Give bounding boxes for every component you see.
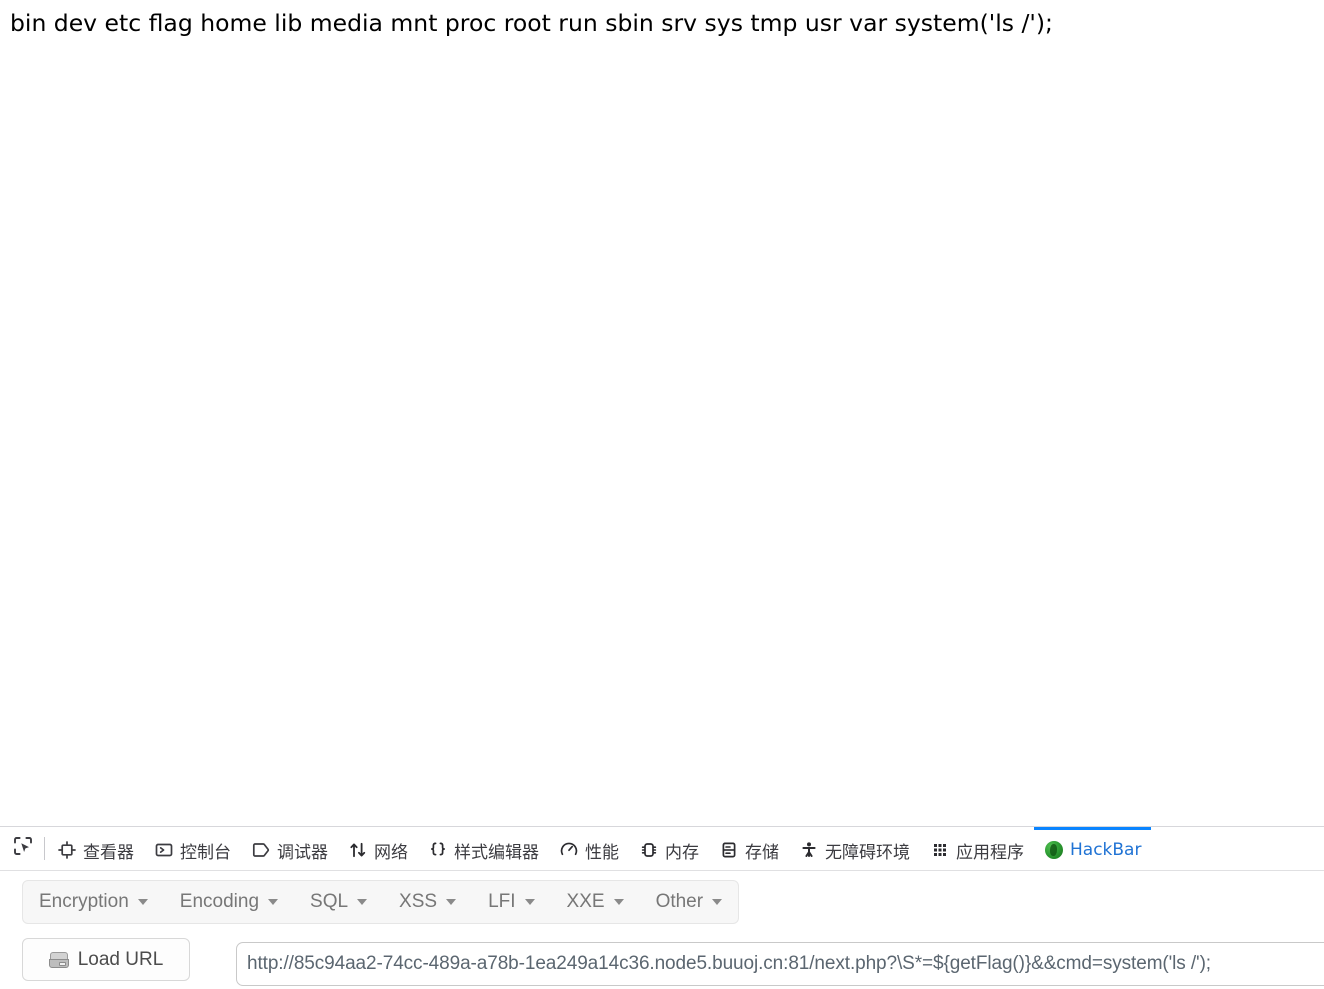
url-input[interactable]: http://85c94aa2-74cc-489a-a78b-1ea249a14…	[236, 942, 1324, 986]
tab-style-editor[interactable]: 样式编辑器	[418, 827, 549, 870]
chevron-down-icon	[137, 899, 148, 905]
drive-icon	[48, 951, 69, 968]
tab-debugger[interactable]: 调试器	[241, 827, 338, 870]
tab-accessibility-label: 无障碍环境	[825, 842, 910, 863]
menu-other[interactable]: Other	[640, 881, 739, 923]
tab-inspector-label: 查看器	[83, 842, 134, 863]
tab-memory-label: 内存	[665, 842, 699, 863]
menu-encoding[interactable]: Encoding	[164, 881, 294, 923]
load-url-button[interactable]: Load URL	[22, 938, 190, 981]
network-icon	[348, 840, 368, 860]
style-editor-icon	[428, 840, 448, 860]
load-url-button-label: Load URL	[77, 948, 164, 970]
performance-icon	[559, 840, 579, 860]
hackbar-url-row: Load URL http://85c94aa2-74cc-489a-a78b-…	[0, 932, 1324, 989]
chevron-down-icon	[712, 899, 723, 905]
tab-hackbar[interactable]: HackBar	[1034, 827, 1152, 870]
toolbar-separator	[44, 837, 45, 860]
chevron-down-icon	[524, 899, 535, 905]
tab-memory[interactable]: 内存	[629, 827, 709, 870]
menu-encoding-label: Encoding	[179, 891, 260, 912]
tab-style-editor-label: 样式编辑器	[454, 842, 539, 863]
menu-xxe-label: XXE	[566, 891, 605, 912]
menu-xxe[interactable]: XXE	[551, 881, 640, 923]
chevron-down-icon	[446, 899, 457, 905]
url-input-value: http://85c94aa2-74cc-489a-a78b-1ea249a14…	[247, 953, 1211, 974]
devtools-panel: 查看器 控制台 调试器 网络 样式编辑器 性能 内存 存储 无障碍环境 应用程序…	[0, 826, 1324, 989]
devtools-toolbar: 查看器 控制台 调试器 网络 样式编辑器 性能 内存 存储 无障碍环境 应用程序…	[0, 827, 1324, 871]
hackbar-logo-icon	[1044, 840, 1064, 860]
menu-lfi[interactable]: LFI	[472, 881, 550, 923]
tab-network-label: 网络	[374, 842, 408, 863]
tab-console[interactable]: 控制台	[144, 827, 241, 870]
page-content-area: bin dev etc flag home lib media mnt proc…	[0, 0, 1324, 826]
menu-encryption[interactable]: Encryption	[23, 881, 164, 923]
chevron-down-icon	[268, 899, 279, 905]
tab-accessibility[interactable]: 无障碍环境	[789, 827, 920, 870]
storage-icon	[719, 840, 739, 860]
tab-debugger-label: 调试器	[277, 842, 328, 863]
tab-console-label: 控制台	[180, 842, 231, 863]
tab-performance-label: 性能	[585, 842, 619, 863]
element-picker-icon	[12, 835, 34, 862]
browser-window: bin dev etc flag home lib media mnt proc…	[0, 0, 1324, 989]
tab-storage-label: 存储	[745, 842, 779, 863]
tab-application-label: 应用程序	[956, 842, 1024, 863]
page-body-text: bin dev etc flag home lib media mnt proc…	[10, 9, 1053, 37]
tab-network[interactable]: 网络	[338, 827, 418, 870]
tab-hackbar-label: HackBar	[1070, 840, 1142, 860]
menu-sql[interactable]: SQL	[294, 881, 383, 923]
menu-sql-label: SQL	[310, 891, 349, 912]
menu-xss[interactable]: XSS	[383, 881, 472, 923]
accessibility-icon	[799, 840, 819, 860]
application-icon	[930, 840, 950, 860]
menu-other-label: Other	[655, 891, 704, 912]
memory-icon	[639, 840, 659, 860]
inspector-icon	[57, 840, 77, 860]
chevron-down-icon	[613, 899, 624, 905]
menu-encryption-label: Encryption	[39, 891, 129, 912]
tab-storage[interactable]: 存储	[709, 827, 789, 870]
debugger-icon	[251, 840, 271, 860]
element-picker-button[interactable]	[4, 827, 42, 870]
tab-application[interactable]: 应用程序	[920, 827, 1034, 870]
tab-inspector[interactable]: 查看器	[47, 827, 144, 870]
chevron-down-icon	[357, 899, 368, 905]
menu-lfi-label: LFI	[488, 891, 516, 912]
menu-xss-label: XSS	[399, 891, 438, 912]
hackbar-panel: Encryption Encoding SQL XSS LFI XXE Othe…	[0, 871, 1324, 989]
console-icon	[154, 840, 174, 860]
tab-performance[interactable]: 性能	[549, 827, 629, 870]
hackbar-menubar: Encryption Encoding SQL XSS LFI XXE Othe…	[22, 880, 740, 924]
